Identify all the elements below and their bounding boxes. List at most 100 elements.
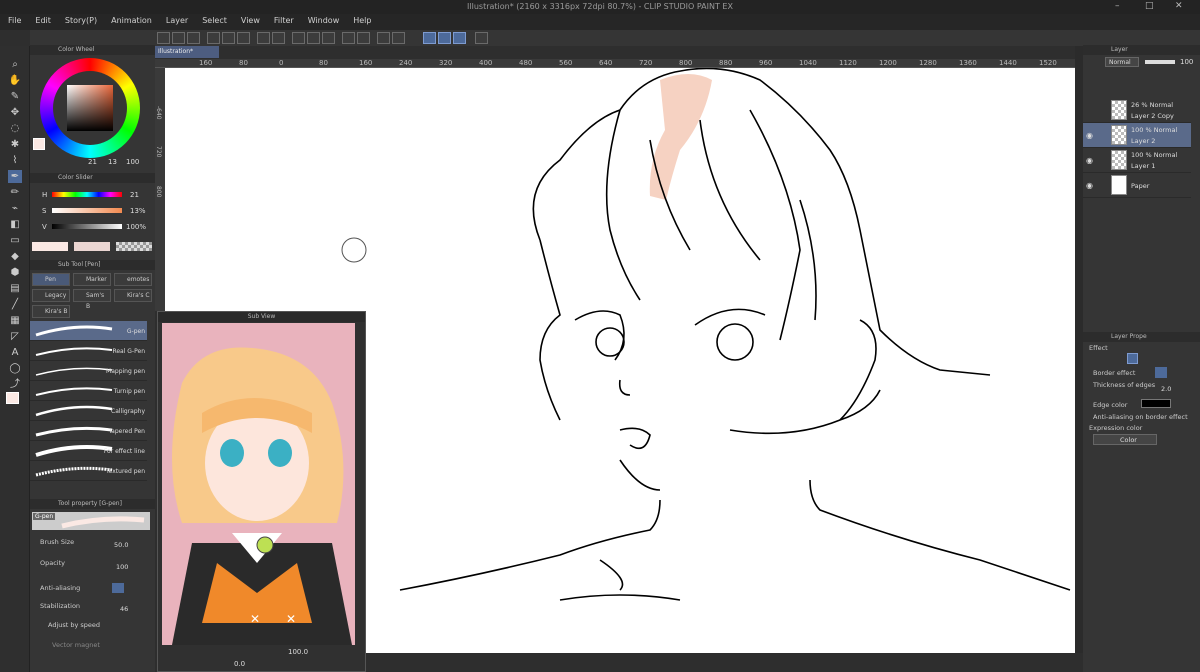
brush-size-value[interactable]: 50.0 [114, 541, 128, 549]
brush-mapping-pen[interactable]: Mapping pen [30, 361, 147, 381]
effect-border-toggle[interactable] [1127, 353, 1138, 364]
menu-filter[interactable]: Filter [266, 14, 300, 25]
menu-animation[interactable]: Animation [103, 14, 158, 25]
brush-icon[interactable]: ⌁ [8, 202, 22, 215]
clear-icon[interactable] [322, 32, 335, 44]
tab-marker[interactable]: Marker [73, 273, 111, 286]
hue-slider[interactable] [52, 192, 122, 197]
blend-mode-select[interactable]: Normal [1105, 57, 1139, 67]
color-square[interactable] [67, 85, 113, 131]
clip-studio-icon[interactable] [207, 32, 220, 44]
sub-view-zoom[interactable]: 100.0 [288, 648, 308, 656]
brush-calligraphy[interactable]: Calligraphy [30, 401, 147, 421]
tab-emotes[interactable]: emotes [114, 273, 152, 286]
close-button[interactable]: ✕ [1175, 1, 1183, 11]
menu-view[interactable]: View [233, 14, 266, 25]
maximize-button[interactable]: □ [1145, 1, 1154, 11]
print-icon[interactable] [237, 32, 250, 44]
sub-view-rotation[interactable]: 0.0 [234, 660, 245, 668]
antialias-border-checkbox[interactable]: Anti-aliasing on border effect [1093, 413, 1188, 421]
color-history-swatch[interactable] [74, 242, 110, 251]
export-icon[interactable] [222, 32, 235, 44]
tab-pen[interactable]: Pen [32, 273, 70, 286]
thickness-value[interactable]: 2.0 [1161, 385, 1171, 393]
hand-icon[interactable]: ✋ [8, 74, 22, 87]
airbrush-icon[interactable]: ◧ [8, 218, 22, 231]
transform-icon[interactable] [307, 32, 320, 44]
fill-bucket-icon[interactable]: ⬢ [8, 266, 22, 279]
auto-select-icon[interactable]: ✱ [8, 138, 22, 151]
brush-g-pen[interactable]: G-pen [30, 321, 147, 341]
minimize-button[interactable]: – [1115, 1, 1120, 11]
layer-row-paper[interactable]: ◉ Paper [1083, 173, 1191, 198]
gradient-icon[interactable]: ▤ [8, 282, 22, 295]
vertical-scrollbar[interactable] [1075, 46, 1083, 653]
menu-window[interactable]: Window [300, 14, 346, 25]
edge-color-swatch[interactable] [1141, 399, 1171, 408]
expression-color-select[interactable]: Color [1093, 434, 1157, 445]
new-icon[interactable] [157, 32, 170, 44]
ruler-icon[interactable]: ◸ [8, 330, 22, 343]
tab-kiras-b[interactable]: Kira's B [32, 305, 70, 318]
save-icon[interactable] [187, 32, 200, 44]
border-effect-edge-toggle[interactable] [1155, 367, 1167, 378]
lasso-icon[interactable]: ◌ [8, 122, 22, 135]
open-icon[interactable] [172, 32, 185, 44]
clear-outside-icon[interactable] [342, 32, 355, 44]
saturation-slider[interactable] [52, 208, 122, 213]
pencil-icon[interactable]: ✏ [8, 186, 22, 199]
deselect-icon[interactable] [377, 32, 390, 44]
menu-select[interactable]: Select [194, 14, 233, 25]
snap-grid-icon[interactable] [453, 32, 466, 44]
snap-ruler-icon[interactable] [423, 32, 436, 44]
brush-effect-line[interactable]: For effect line [30, 441, 147, 461]
color-wheel[interactable] [40, 58, 140, 158]
opacity-value[interactable]: 100 [116, 563, 128, 571]
menu-file[interactable]: File [0, 14, 27, 25]
menu-edit[interactable]: Edit [27, 14, 57, 25]
eyedropper-icon[interactable]: ✎ [8, 90, 22, 103]
layer-row[interactable]: ◉ 100 % Normal Layer 1 [1083, 148, 1191, 173]
pen-icon[interactable]: ✒ [8, 170, 22, 183]
snap-special-ruler-icon[interactable] [438, 32, 451, 44]
brush-tapered-pen[interactable]: Tapered Pen [30, 421, 147, 441]
horizontal-scrollbar[interactable] [365, 653, 1075, 672]
show-selection-icon[interactable] [357, 32, 370, 44]
correct-line-icon[interactable]: ⤴ [8, 378, 22, 391]
dropper-icon[interactable]: ⌇ [8, 154, 22, 167]
layer-opacity-slider[interactable] [1145, 60, 1175, 64]
tab-legacy[interactable]: Legacy [32, 289, 70, 302]
eraser-icon[interactable]: ▭ [8, 234, 22, 247]
layer-opacity-value[interactable]: 100 [1180, 58, 1193, 66]
layer-row[interactable]: 26 % Normal Layer 2 Copy [1083, 98, 1191, 123]
menu-story[interactable]: Story(P) [57, 14, 103, 25]
frame-icon[interactable]: ▦ [8, 314, 22, 327]
menu-help[interactable]: Help [345, 14, 377, 25]
tab-kiras-c[interactable]: Kira's C [114, 289, 152, 302]
tab-sams-b[interactable]: Sam's B [73, 289, 111, 310]
stabilization-value[interactable]: 46 [120, 605, 128, 613]
color-history-swatch[interactable] [32, 242, 68, 251]
sub-view-window[interactable]: Sub View ✕ ✕ 100.0 0.0 [157, 311, 366, 672]
brush-turnip-pen[interactable]: Turnip pen [30, 381, 147, 401]
brush-real-g-pen[interactable]: Real G-Pen [30, 341, 147, 361]
anti-alias-medium[interactable] [112, 583, 124, 593]
balloon-icon[interactable]: ◯ [8, 362, 22, 375]
undo-icon[interactable] [257, 32, 270, 44]
move-icon[interactable]: ✥ [8, 106, 22, 119]
redo-icon[interactable] [272, 32, 285, 44]
transparent-swatch[interactable] [116, 242, 152, 251]
blend-icon[interactable]: ◆ [8, 250, 22, 263]
adjust-by-speed-checkbox[interactable]: Adjust by speed [48, 621, 100, 629]
document-tab[interactable]: Illustration* [155, 46, 219, 58]
layer-row-selected[interactable]: ◉ 100 % Normal Layer 2 [1083, 123, 1191, 148]
invert-selection-icon[interactable] [392, 32, 405, 44]
figure-icon[interactable]: ╱ [8, 298, 22, 311]
menu-layer[interactable]: Layer [158, 14, 194, 25]
main-color-swatch[interactable] [6, 392, 19, 404]
fill-icon[interactable] [292, 32, 305, 44]
zoom-icon[interactable]: ⌕ [8, 58, 22, 71]
text-icon[interactable]: A [8, 346, 22, 359]
value-slider[interactable] [52, 224, 122, 229]
main-color-chip[interactable] [33, 138, 45, 150]
